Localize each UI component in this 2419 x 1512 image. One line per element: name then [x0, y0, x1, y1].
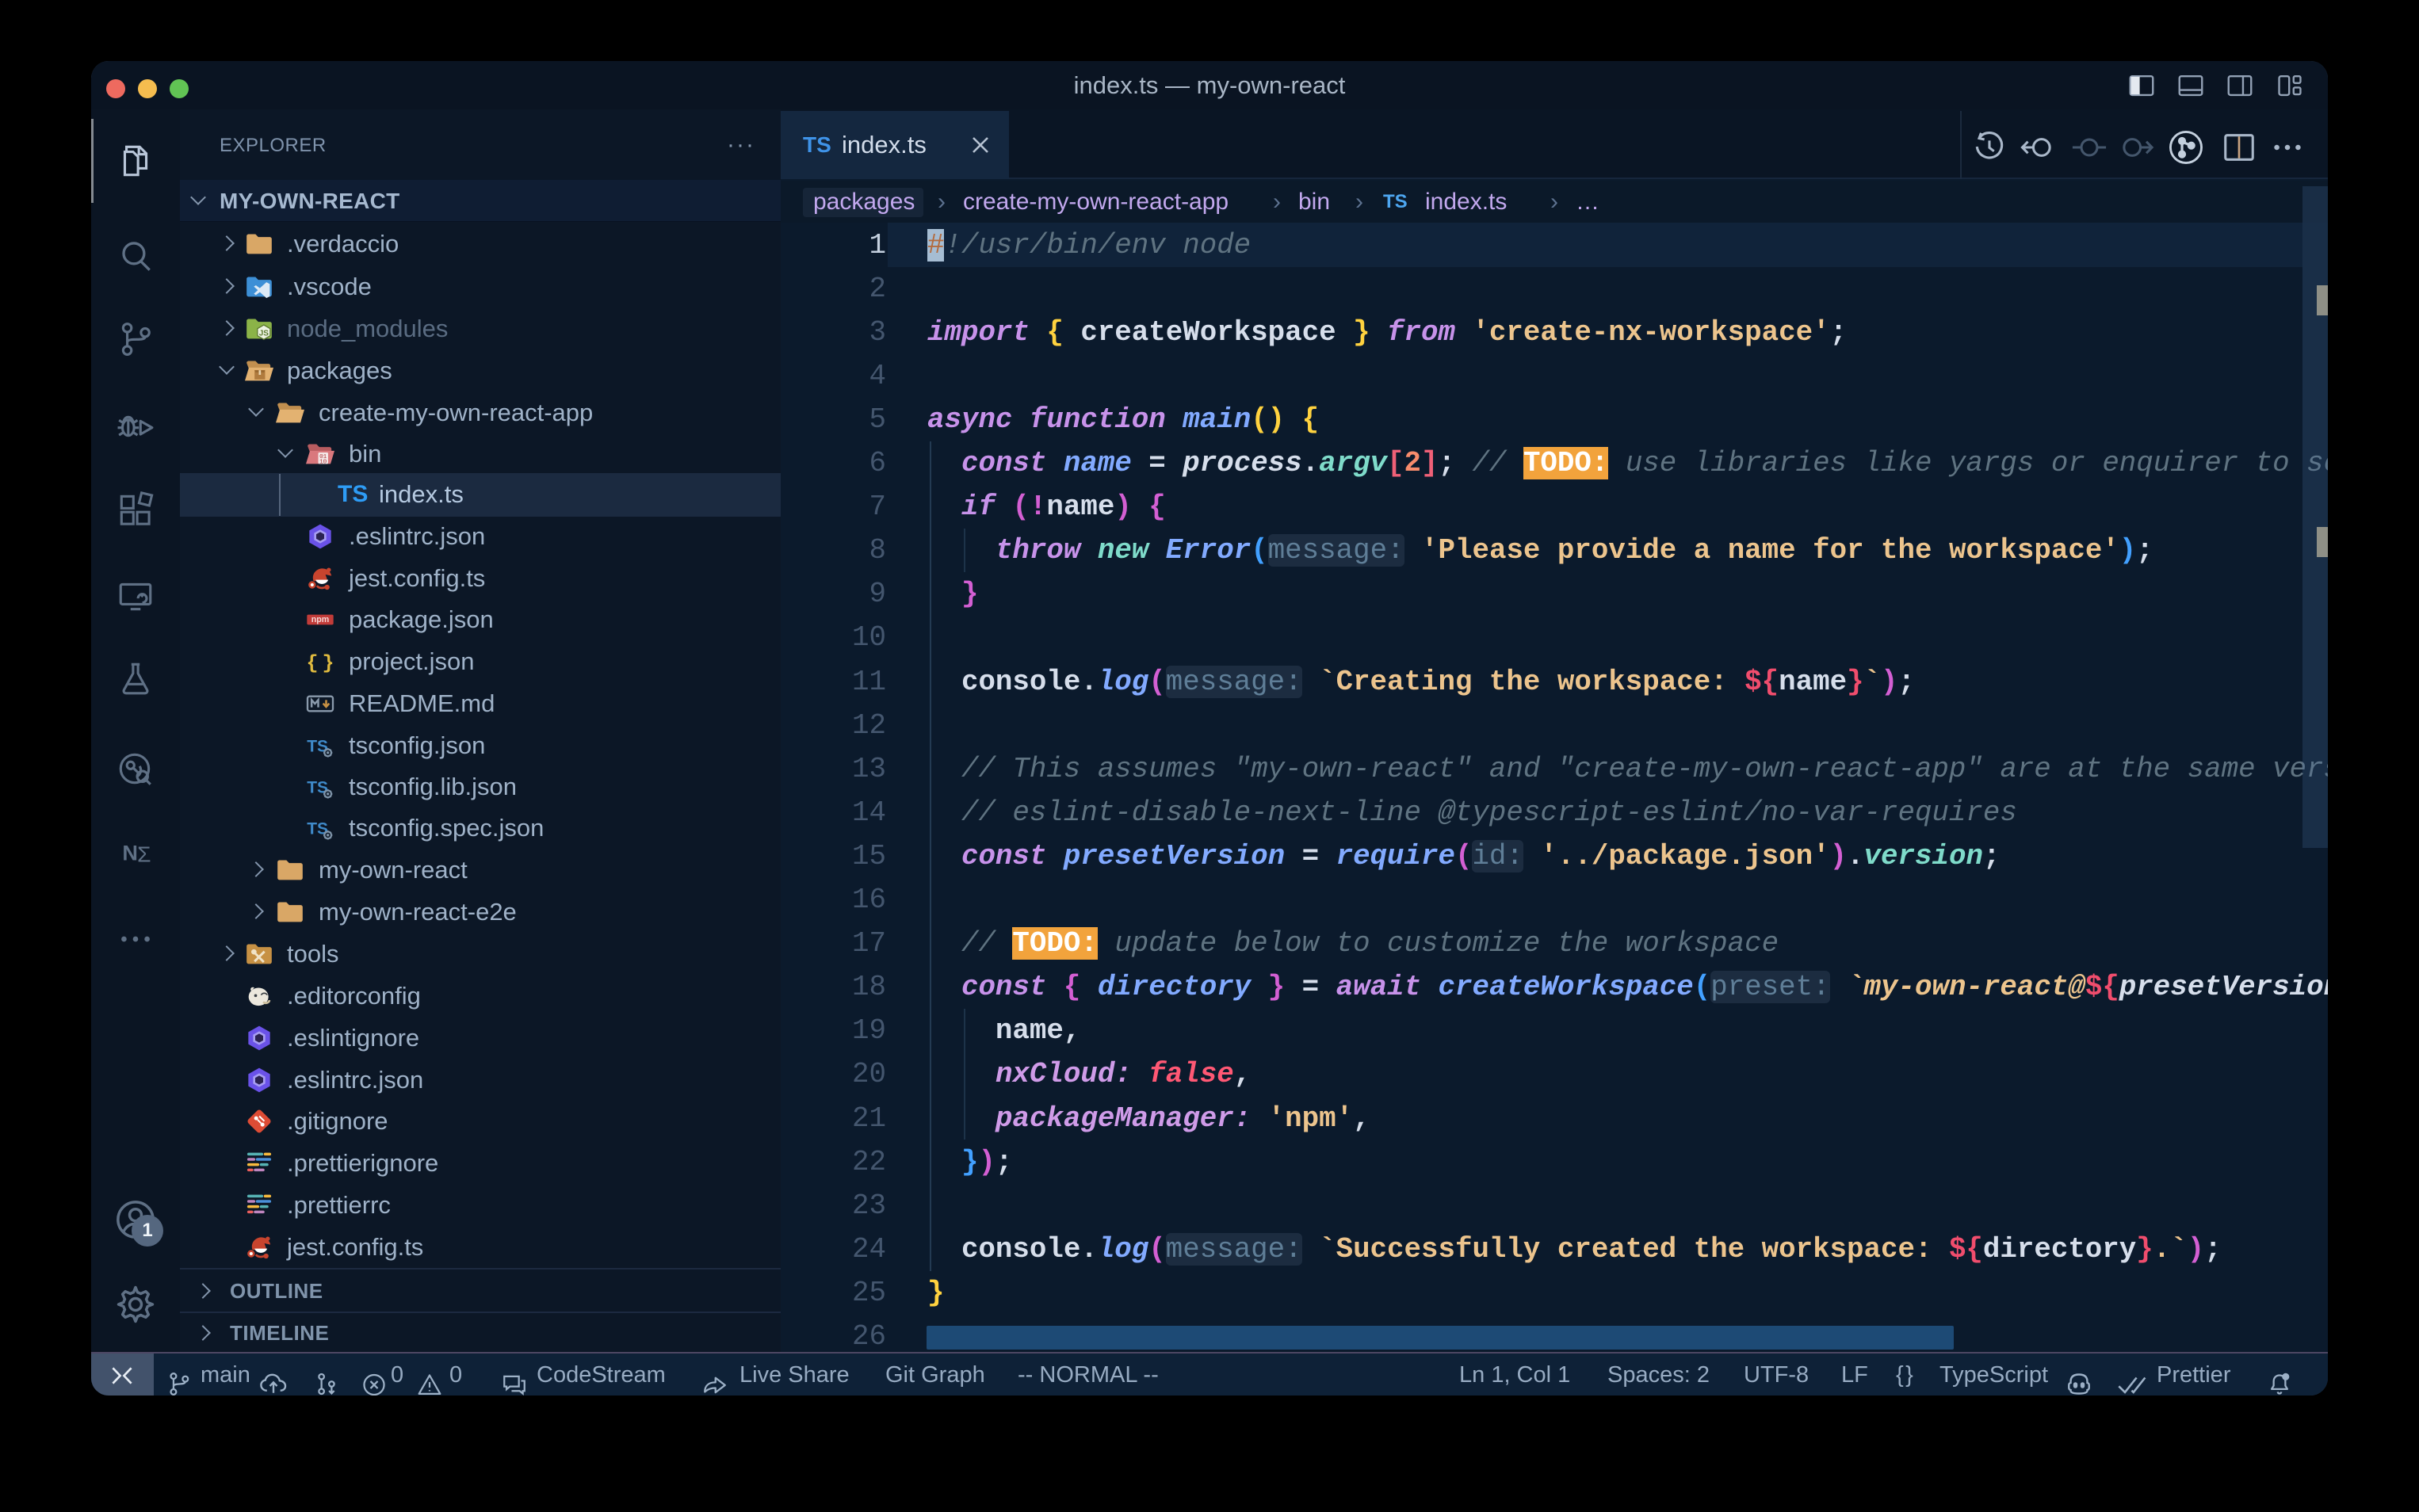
svg-text:10: 10	[319, 459, 327, 465]
svg-text:{ }: { }	[306, 651, 334, 674]
svg-text:npm: npm	[311, 615, 330, 624]
svg-text:JS: JS	[259, 329, 269, 338]
svg-text:Σ: Σ	[137, 842, 151, 866]
svg-text:N: N	[122, 840, 138, 865]
